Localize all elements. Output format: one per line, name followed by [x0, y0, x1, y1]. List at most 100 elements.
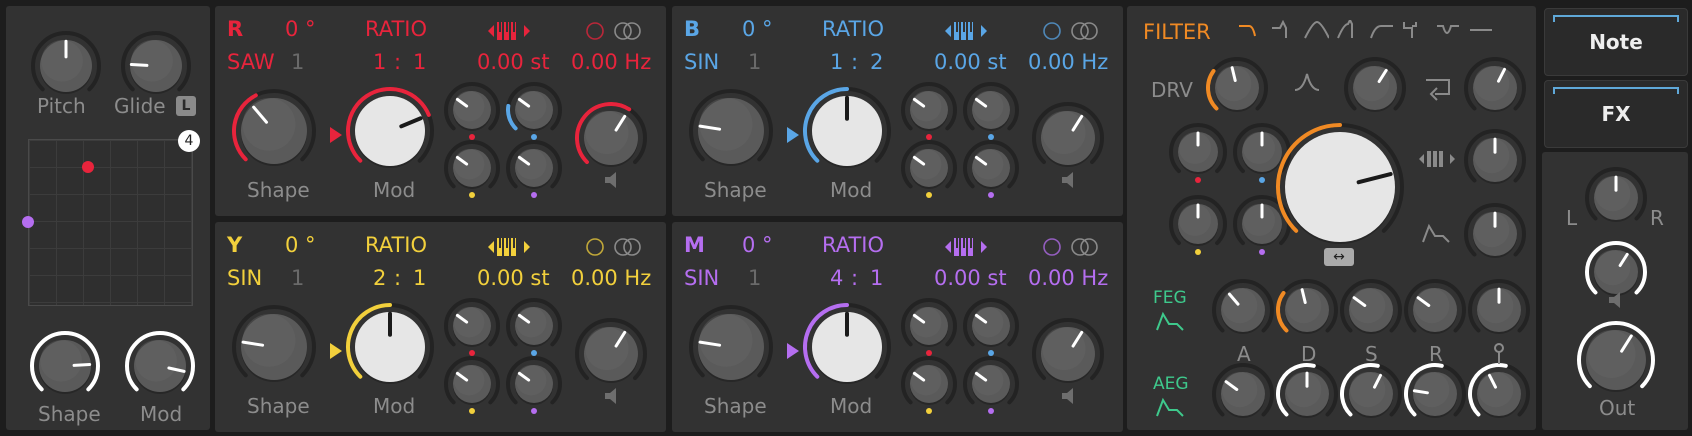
notch-icon[interactable] — [1435, 20, 1461, 42]
osc-level-knob[interactable] — [573, 100, 649, 176]
osc-ratio-a[interactable]: 1 — [373, 50, 386, 74]
osc-mod-knob-purple[interactable] — [506, 356, 562, 412]
osc-semitones[interactable]: 0.00 st — [934, 266, 1007, 290]
circle-toggle-icon[interactable] — [1042, 21, 1062, 41]
aeg-decay-knob[interactable] — [1275, 362, 1339, 426]
osc-level-knob[interactable] — [1030, 316, 1106, 392]
osc-level-knob[interactable] — [573, 316, 649, 392]
keyboard-track-icon[interactable] — [486, 20, 532, 42]
drive-knob[interactable] — [1205, 56, 1269, 120]
osc-shape-knob[interactable] — [229, 86, 319, 176]
osc-ratio-b[interactable]: 1 — [413, 266, 426, 290]
osc-semitones[interactable]: 0.00 st — [477, 266, 550, 290]
aeg-attack-knob[interactable] — [1211, 362, 1275, 426]
osc-count[interactable]: 1 — [291, 50, 304, 74]
aeg-sustain-knob[interactable] — [1339, 362, 1403, 426]
osc-semitones[interactable]: 0.00 st — [934, 50, 1007, 74]
aeg-release-knob[interactable] — [1403, 362, 1467, 426]
osc-mod-knob-blue[interactable] — [963, 298, 1019, 354]
osc-hz[interactable]: 0.00 Hz — [1028, 50, 1108, 74]
bandpass-icon[interactable] — [1303, 20, 1329, 42]
osc-mod-knob[interactable] — [800, 300, 894, 394]
osc-ratio-a[interactable]: 4 — [830, 266, 843, 290]
bandpass-resonant-icon[interactable] — [1336, 20, 1362, 42]
osc-mod-knob-red[interactable] — [901, 298, 957, 354]
circle-toggle-icon[interactable] — [585, 237, 605, 257]
osc-shape-knob[interactable] — [686, 86, 776, 176]
osc-mod-knob-blue[interactable] — [506, 298, 562, 354]
osc-phase[interactable]: 0 ° — [742, 233, 773, 257]
double-circle-icon[interactable] — [613, 21, 643, 41]
osc-wave[interactable]: SAW — [227, 50, 275, 74]
osc-mode[interactable]: RATIO — [822, 233, 884, 257]
osc-hz[interactable]: 0.00 Hz — [1028, 266, 1108, 290]
osc-ratio-b[interactable]: 1 — [413, 50, 426, 74]
feg-release-knob[interactable] — [1403, 278, 1467, 342]
filter-mod-knob-red[interactable] — [1168, 122, 1228, 182]
circle-toggle-icon[interactable] — [585, 21, 605, 41]
osc-mod-knob-yellow[interactable] — [901, 356, 957, 412]
allpass-icon[interactable] — [1468, 20, 1494, 42]
osc-mod-knob-red[interactable] — [901, 82, 957, 138]
osc-phase[interactable]: 0 ° — [285, 17, 316, 41]
envelope-amount-knob[interactable] — [1463, 202, 1527, 266]
osc-wave[interactable]: SIN — [684, 50, 719, 74]
feg-sustain-knob[interactable] — [1339, 278, 1403, 342]
glide-legato-badge[interactable]: L — [176, 96, 196, 116]
circle-toggle-icon[interactable] — [1042, 237, 1062, 257]
osc-phase[interactable]: 0 ° — [285, 233, 316, 257]
global-shape-knob[interactable] — [27, 328, 103, 404]
osc-mod-knob-purple[interactable] — [963, 140, 1019, 196]
osc-mod-knob-purple[interactable] — [506, 140, 562, 196]
note-button[interactable]: Note — [1544, 8, 1688, 76]
osc-wave[interactable]: SIN — [684, 266, 719, 290]
feedback-icon[interactable] — [1423, 76, 1453, 102]
osc-count[interactable]: 1 — [748, 50, 761, 74]
global-mod-knob[interactable] — [122, 328, 198, 404]
osc-shape-knob[interactable] — [229, 302, 319, 392]
osc-count[interactable]: 1 — [748, 266, 761, 290]
osc-ratio-a[interactable]: 2 — [373, 266, 386, 290]
feedback-knob[interactable] — [1463, 56, 1527, 120]
osc-mode[interactable]: RATIO — [365, 233, 427, 257]
resonance-knob[interactable] — [1343, 56, 1407, 120]
osc-mod-knob-red[interactable] — [444, 298, 500, 354]
osc-mod-knob[interactable] — [343, 84, 437, 178]
xy-point-red[interactable] — [82, 161, 94, 173]
osc-mod-knob[interactable] — [800, 84, 894, 178]
xy-point-purple[interactable] — [22, 216, 34, 228]
osc-wave[interactable]: SIN — [227, 266, 262, 290]
feg-velocity-knob[interactable] — [1467, 278, 1531, 342]
highpass-icon[interactable] — [1369, 20, 1395, 42]
highpass-resonant-icon[interactable] — [1402, 20, 1428, 42]
osc-hz[interactable]: 0.00 Hz — [571, 50, 651, 74]
osc-mod-knob-purple[interactable] — [963, 356, 1019, 412]
pitch-knob[interactable] — [28, 28, 104, 104]
keyboard-track-icon[interactable] — [486, 236, 532, 258]
cutoff-link-button[interactable]: ↔ — [1324, 248, 1354, 266]
osc-ratio-b[interactable]: 2 — [870, 50, 883, 74]
double-circle-icon[interactable] — [1070, 237, 1100, 257]
lowpass-resonant-icon[interactable] — [1270, 20, 1296, 42]
osc-count[interactable]: 1 — [291, 266, 304, 290]
osc-mode[interactable]: RATIO — [365, 17, 427, 41]
glide-knob[interactable] — [118, 28, 194, 104]
osc-mod-knob-yellow[interactable] — [444, 140, 500, 196]
osc-mod-knob-red[interactable] — [444, 82, 500, 138]
osc-hz[interactable]: 0.00 Hz — [571, 266, 651, 290]
fx-button[interactable]: FX — [1544, 80, 1688, 148]
feg-decay-knob[interactable] — [1275, 278, 1339, 342]
osc-ratio-a[interactable]: 1 — [830, 50, 843, 74]
osc-ratio-b[interactable]: 1 — [870, 266, 883, 290]
filter-mod-knob-yellow[interactable] — [1168, 194, 1228, 254]
double-circle-icon[interactable] — [613, 237, 643, 257]
osc-shape-knob[interactable] — [686, 302, 776, 392]
feg-attack-knob[interactable] — [1211, 278, 1275, 342]
xy-pad[interactable] — [22, 139, 193, 306]
out-knob[interactable] — [1576, 320, 1656, 400]
osc-level-knob[interactable] — [1030, 100, 1106, 176]
cutoff-knob[interactable] — [1275, 122, 1405, 252]
osc-mod-knob-blue[interactable] — [963, 82, 1019, 138]
osc-mod-knob-yellow[interactable] — [901, 140, 957, 196]
osc-mod-knob-yellow[interactable] — [444, 356, 500, 412]
